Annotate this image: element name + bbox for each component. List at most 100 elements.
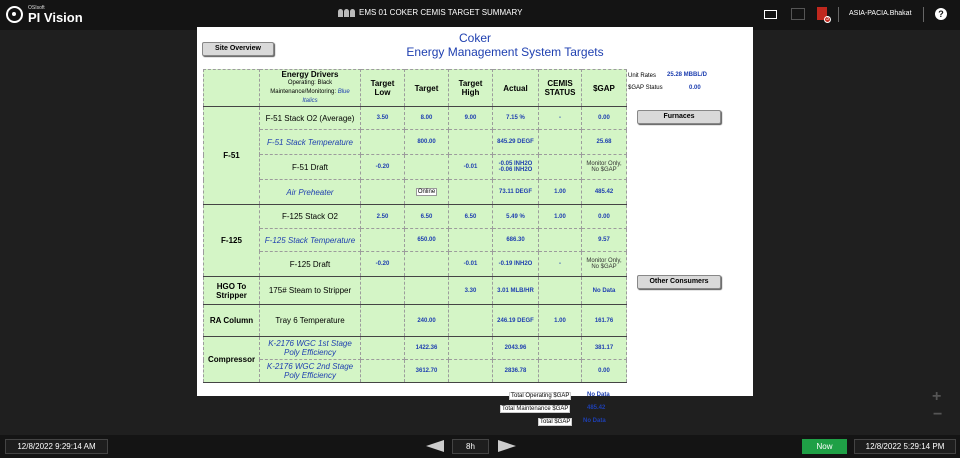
- target-cell: [404, 154, 449, 180]
- actual-cell: 73.11 DEGF: [492, 179, 539, 205]
- gap-cell: 25.68: [581, 129, 627, 155]
- gap-cell: 0.00: [581, 204, 627, 229]
- table-row: F-125 Stack Temperature 650.00 686.30 9.…: [204, 228, 627, 252]
- mail-icon[interactable]: [764, 10, 777, 19]
- status-cell: 1.00: [538, 304, 582, 337]
- driver-cell: F-51 Draft: [259, 154, 361, 180]
- actual-cell: 2043.96: [492, 336, 539, 360]
- target-low-cell: 2.50: [360, 204, 405, 229]
- group-f125: F-125: [203, 204, 260, 277]
- alert-count-badge: 3: [824, 16, 831, 23]
- gap-cell: No Data: [581, 276, 627, 305]
- separator: [923, 7, 924, 22]
- header-target-high: Target High: [448, 69, 493, 107]
- zoom-in-icon[interactable]: +: [932, 388, 941, 406]
- target-cell: 800.00: [404, 129, 449, 155]
- header-cemis-status: CEMIS STATUS: [538, 69, 582, 107]
- driver-cell: F-125 Stack O2: [259, 204, 361, 229]
- target-cell: 3612.70: [404, 359, 449, 383]
- target-high-cell: -0.01: [448, 154, 493, 180]
- driver-cell: Tray 6 Temperature: [259, 304, 361, 337]
- table-row: F-125 F-125 Stack O2 2.50 6.50 6.50 5.49…: [203, 204, 627, 277]
- target-high-cell: [448, 179, 493, 205]
- now-button[interactable]: Now: [802, 439, 847, 454]
- gap-cell: 0.00: [581, 359, 627, 383]
- pi-vision-logo-icon[interactable]: [6, 6, 23, 23]
- actual-cell: 845.29 DEGF: [492, 129, 539, 155]
- gap-cell: Monitor Only, No $GAP: [581, 154, 627, 180]
- gap-cell: 0.00: [581, 106, 627, 130]
- driver-cell: 175# Steam to Stripper: [259, 276, 361, 305]
- target-low-cell: [360, 228, 405, 252]
- actual-cell: 246.19 DEGF: [492, 304, 539, 337]
- actual-cell: 7.15 %: [492, 106, 539, 130]
- help-icon[interactable]: ?: [935, 8, 947, 20]
- status-cell: [538, 359, 582, 383]
- gap-cell: 485.42: [581, 179, 627, 205]
- status-cell: [538, 228, 582, 252]
- driver-cell: K-2176 WGC 2nd Stage Poly Efficiency: [259, 359, 361, 383]
- target-low-cell: [360, 359, 405, 383]
- display-subheading: Energy Management System Targets: [406, 45, 604, 59]
- trend-icon[interactable]: [791, 8, 805, 20]
- table-row: F-51 Draft -0.20 -0.01 -0.05 INH2O -0.06 …: [204, 154, 627, 180]
- unit-rates-label: Unit Rates: [628, 73, 657, 79]
- group-ra-column: RA Column: [203, 304, 260, 337]
- end-time-field[interactable]: 12/8/2022 5:29:14 PM: [854, 439, 956, 454]
- driver-cell: Air Preheater: [259, 179, 361, 205]
- status-cell: 1.00: [538, 179, 582, 205]
- table-row: Air Preheater Online 73.11 DEGF 1.00 485…: [204, 179, 627, 205]
- gap-cell: 381.17: [581, 336, 627, 360]
- actual-cell: -0.05 INH2O -0.06 INH2O: [492, 154, 539, 180]
- target-low-cell: [360, 304, 405, 337]
- time-back-arrow-icon[interactable]: [426, 440, 444, 452]
- gap-status-value: 0.00: [689, 85, 701, 91]
- table-row: Compressor K-2176 WGC 1st Stage Poly Effi…: [203, 336, 627, 383]
- gap-cell: 9.57: [581, 228, 627, 252]
- target-cell: Online: [404, 179, 449, 205]
- total-maintenance-gap-label: Total Maintenance $GAP: [500, 405, 571, 413]
- status-cell: [538, 129, 582, 155]
- group-hgo-stripper: HGO To Stripper: [203, 276, 260, 305]
- time-forward-arrow-icon[interactable]: [498, 440, 516, 452]
- driver-cell: K-2176 WGC 1st Stage Poly Efficiency: [259, 336, 361, 360]
- table-row: K-2176 WGC 2nd Stage Poly Efficiency 3612…: [203, 359, 627, 383]
- actual-cell: 3.01 MLB/HR: [492, 276, 539, 305]
- total-operating-gap-label: Total Operating $GAP: [509, 392, 572, 400]
- target-low-cell: [360, 129, 405, 155]
- target-cell: [404, 276, 449, 305]
- user-name[interactable]: ASIA-PACIA.Bhakat: [849, 10, 912, 17]
- group-compressor: Compressor: [203, 336, 260, 383]
- target-cell: 650.00: [404, 228, 449, 252]
- target-low-cell: [360, 179, 405, 205]
- gap-status-label: $GAP Status: [628, 85, 663, 91]
- actual-cell: -0.19 INH2O: [492, 251, 539, 277]
- header-actual: Actual: [492, 69, 539, 107]
- table-row: HGO To Stripper 175# Steam to Stripper 3.…: [203, 276, 627, 305]
- target-high-cell: [448, 228, 493, 252]
- furnaces-button[interactable]: Furnaces: [637, 110, 721, 124]
- target-low-cell: [360, 276, 405, 305]
- display-heading: Coker: [458, 31, 491, 45]
- gap-cell: Monitor Only, No $GAP: [581, 251, 627, 277]
- target-high-cell: [448, 359, 493, 383]
- display-canvas: Site Overview Coker Energy Management Sy…: [197, 27, 753, 396]
- other-consumers-button[interactable]: Other Consumers: [637, 275, 721, 289]
- driver-cell: F-51 Stack Temperature: [259, 129, 361, 155]
- time-duration-field[interactable]: 8h: [452, 439, 489, 454]
- total-gap-label: Total $GAP: [538, 418, 573, 426]
- display-title: EMS 01 COKER CEMIS TARGET SUMMARY: [359, 8, 523, 17]
- start-time-field[interactable]: 12/8/2022 9:29:14 AM: [5, 439, 108, 454]
- zoom-out-icon[interactable]: −: [933, 406, 942, 424]
- target-cell: 240.00: [404, 304, 449, 337]
- header-gap: $GAP: [581, 69, 627, 107]
- driver-cell: F-51 Stack O2 (Average): [259, 106, 361, 130]
- separator: [838, 7, 839, 22]
- app-name[interactable]: PI Vision: [28, 10, 83, 25]
- target-low-cell: -0.20: [360, 154, 405, 180]
- status-cell: 1.00: [538, 204, 582, 229]
- target-high-cell: 3.30: [448, 276, 493, 305]
- display-title-area: EMS 01 COKER CEMIS TARGET SUMMARY: [338, 8, 522, 17]
- header-target: Target: [404, 69, 449, 107]
- table-row: F-51 F-51 Stack O2 (Average) 3.50 8.00 9…: [203, 106, 627, 205]
